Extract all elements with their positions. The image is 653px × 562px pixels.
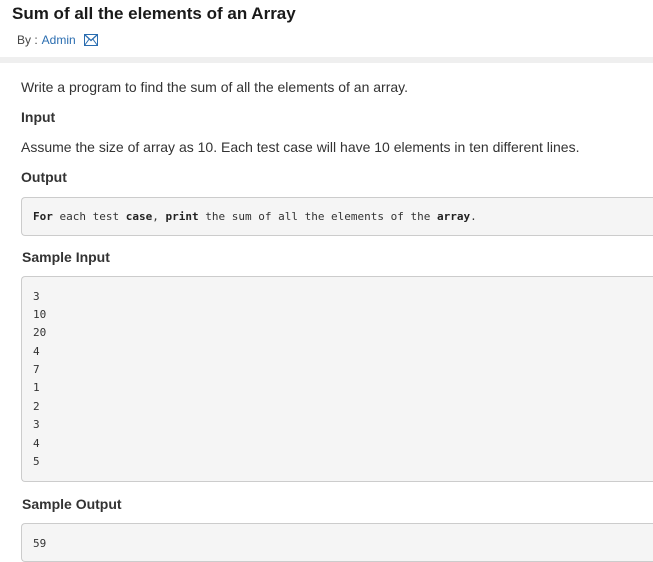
code-text: . xyxy=(470,210,477,223)
page-title: Sum of all the elements of an Array xyxy=(12,4,296,23)
output-code-block: For each test case, print the sum of all… xyxy=(21,197,653,236)
header-divider xyxy=(0,57,653,63)
sample-input-line: 10 xyxy=(33,308,47,321)
output-code-line: For each test case, print the sum of all… xyxy=(33,210,477,223)
problem-intro: Write a program to find the sum of all t… xyxy=(21,79,408,95)
code-text: the sum of all the elements of the xyxy=(198,210,438,223)
input-heading: Input xyxy=(21,109,56,125)
sample-input-line: 3 xyxy=(33,290,40,303)
sample-input-line: 3 xyxy=(33,418,40,431)
mail-icon[interactable] xyxy=(83,34,98,46)
article-header: Sum of all the elements of an Array By :… xyxy=(0,0,653,58)
sample-input-line: 5 xyxy=(33,455,40,468)
code-keyword: For xyxy=(33,210,53,223)
byline: By : Admin xyxy=(17,33,98,47)
sample-input-line: 20 xyxy=(33,326,47,339)
sample-input-heading: Sample Input xyxy=(22,249,110,265)
code-text: each test xyxy=(52,210,126,223)
sample-output-value: 59 xyxy=(33,537,47,550)
author-link[interactable]: Admin xyxy=(42,33,76,47)
sample-output-block: 59 xyxy=(21,523,653,562)
code-keyword: case xyxy=(125,210,153,223)
by-label: By : xyxy=(17,33,38,47)
input-description: Assume the size of array as 10. Each tes… xyxy=(21,139,580,155)
sample-input-block: 3 10 20 4 7 1 2 3 4 5 xyxy=(21,276,653,482)
code-keyword: print xyxy=(165,210,199,223)
sample-input-line: 2 xyxy=(33,400,40,413)
code-keyword: array xyxy=(437,210,471,223)
sample-input-line: 4 xyxy=(33,437,40,450)
output-heading: Output xyxy=(21,169,67,185)
sample-input-line: 4 xyxy=(33,345,40,358)
sample-output-heading: Sample Output xyxy=(22,496,122,512)
sample-input-line: 1 xyxy=(33,381,40,394)
sample-input-line: 7 xyxy=(33,363,40,376)
code-text: , xyxy=(152,210,166,223)
